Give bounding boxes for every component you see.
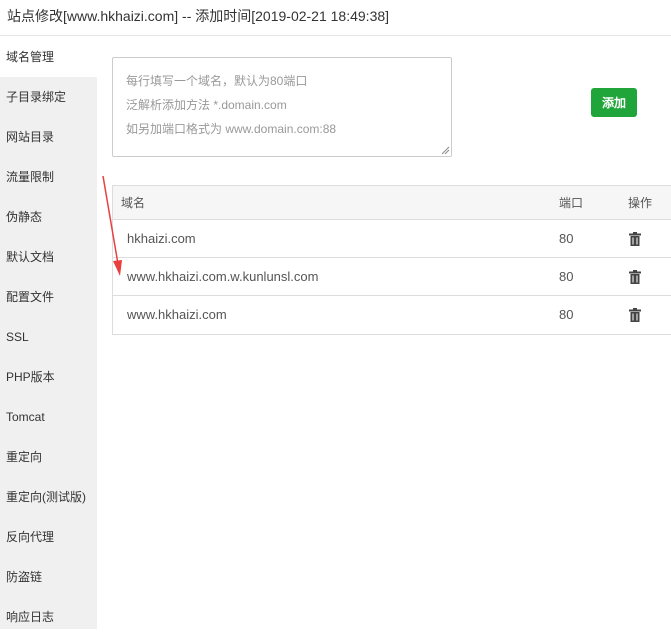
textarea-placeholder-line: 泛解析添加方法 *.domain.com	[126, 98, 287, 112]
port-cell: 80	[559, 269, 574, 284]
window-title: 站点修改[www.hkhaizi.com] -- 添加时间[2019-02-21…	[0, 0, 671, 36]
sidebar-item-domain-management[interactable]: 域名管理	[0, 37, 97, 77]
sidebar-item-redirect-beta[interactable]: 重定向(测试版)	[0, 477, 97, 517]
table-row: www.hkhaizi.com.w.kunlunsl.com 80	[113, 258, 671, 296]
sidebar-item-config-file[interactable]: 配置文件	[0, 277, 97, 317]
table-row: hkhaizi.com 80	[113, 220, 671, 258]
sidebar-item-reverse-proxy[interactable]: 反向代理	[0, 517, 97, 557]
sidebar-item-rewrite[interactable]: 伪静态	[0, 197, 97, 237]
sidebar-item-ssl[interactable]: SSL	[0, 317, 97, 357]
port-cell: 80	[559, 307, 574, 322]
sidebar-item-tomcat[interactable]: Tomcat	[0, 397, 97, 437]
sidebar-item-php-version[interactable]: PHP版本	[0, 357, 97, 397]
table-header: 域名 端口 操作	[113, 186, 671, 220]
textarea-placeholder-line: 如另加端口格式为 www.domain.com:88	[126, 122, 337, 136]
sidebar-item-traffic-limit[interactable]: 流量限制	[0, 157, 97, 197]
resize-grip-icon[interactable]	[440, 145, 450, 155]
trash-icon[interactable]	[629, 232, 641, 246]
add-domain-button[interactable]: 添加	[591, 88, 637, 117]
sidebar-item-subdirectory-binding[interactable]: 子目录绑定	[0, 77, 97, 117]
sidebar-item-hotlink-protection[interactable]: 防盗链	[0, 557, 97, 597]
column-header-operation: 操作	[628, 196, 653, 210]
sidebar: 域名管理 子目录绑定 网站目录 流量限制 伪静态 默认文档 配置文件 SSL P…	[0, 37, 97, 629]
column-header-port: 端口	[559, 196, 584, 210]
port-cell: 80	[559, 231, 574, 246]
textarea-placeholder-line: 每行填写一个域名，默认为80端口	[126, 74, 308, 88]
main-panel: 每行填写一个域名，默认为80端口 泛解析添加方法 *.domain.com 如另…	[97, 37, 671, 629]
domain-cell: www.hkhaizi.com	[127, 307, 227, 322]
table-row: www.hkhaizi.com 80	[113, 296, 671, 334]
domain-textarea[interactable]: 每行填写一个域名，默认为80端口 泛解析添加方法 *.domain.com 如另…	[112, 57, 452, 157]
domain-cell: www.hkhaizi.com.w.kunlunsl.com	[127, 269, 319, 284]
sidebar-item-redirect[interactable]: 重定向	[0, 437, 97, 477]
sidebar-item-site-directory[interactable]: 网站目录	[0, 117, 97, 157]
column-header-domain: 域名	[121, 196, 146, 210]
domain-cell: hkhaizi.com	[127, 231, 196, 246]
domain-table: 域名 端口 操作 hkhaizi.com 80 www.hkhaizi.com.…	[112, 185, 671, 335]
annotation-arrow-icon	[102, 175, 122, 276]
sidebar-item-default-document[interactable]: 默认文档	[0, 237, 97, 277]
sidebar-item-response-log[interactable]: 响应日志	[0, 597, 97, 637]
trash-icon[interactable]	[629, 308, 641, 322]
trash-icon[interactable]	[629, 270, 641, 284]
